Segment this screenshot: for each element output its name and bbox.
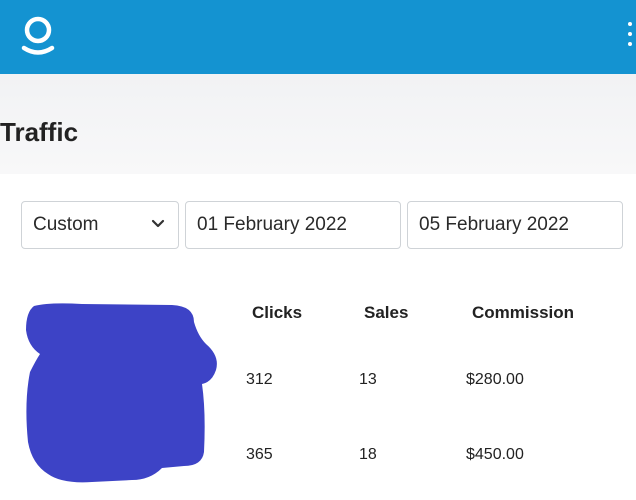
column-header-commission: Commission xyxy=(472,303,575,322)
end-date-field[interactable]: 05 February 2022 xyxy=(407,201,623,249)
page-title: Traffic xyxy=(0,117,79,147)
period-select-value: Custom xyxy=(33,214,99,235)
commission-cell: $280.00 xyxy=(466,371,524,388)
clicks-cell: 365 xyxy=(246,446,273,463)
clicks-cell: 312 xyxy=(246,371,273,388)
start-date-field[interactable]: 01 February 2022 xyxy=(185,201,401,249)
commission-cell: $450.00 xyxy=(466,446,524,463)
more-menu-icon[interactable] xyxy=(622,20,636,50)
column-header-sales: Sales xyxy=(364,303,409,322)
top-app-bar xyxy=(0,0,636,74)
column-header-clicks: Clicks xyxy=(252,303,303,322)
brand-logo-icon[interactable] xyxy=(20,15,56,57)
sales-cell: 18 xyxy=(359,446,377,463)
sales-cell: 13 xyxy=(359,371,377,388)
start-date-value: 01 February 2022 xyxy=(197,214,347,235)
chevron-down-icon xyxy=(151,219,165,228)
page-header xyxy=(0,74,636,174)
period-select[interactable]: Custom xyxy=(21,201,179,249)
end-date-value: 05 February 2022 xyxy=(419,214,569,235)
redacted-image xyxy=(26,303,217,483)
